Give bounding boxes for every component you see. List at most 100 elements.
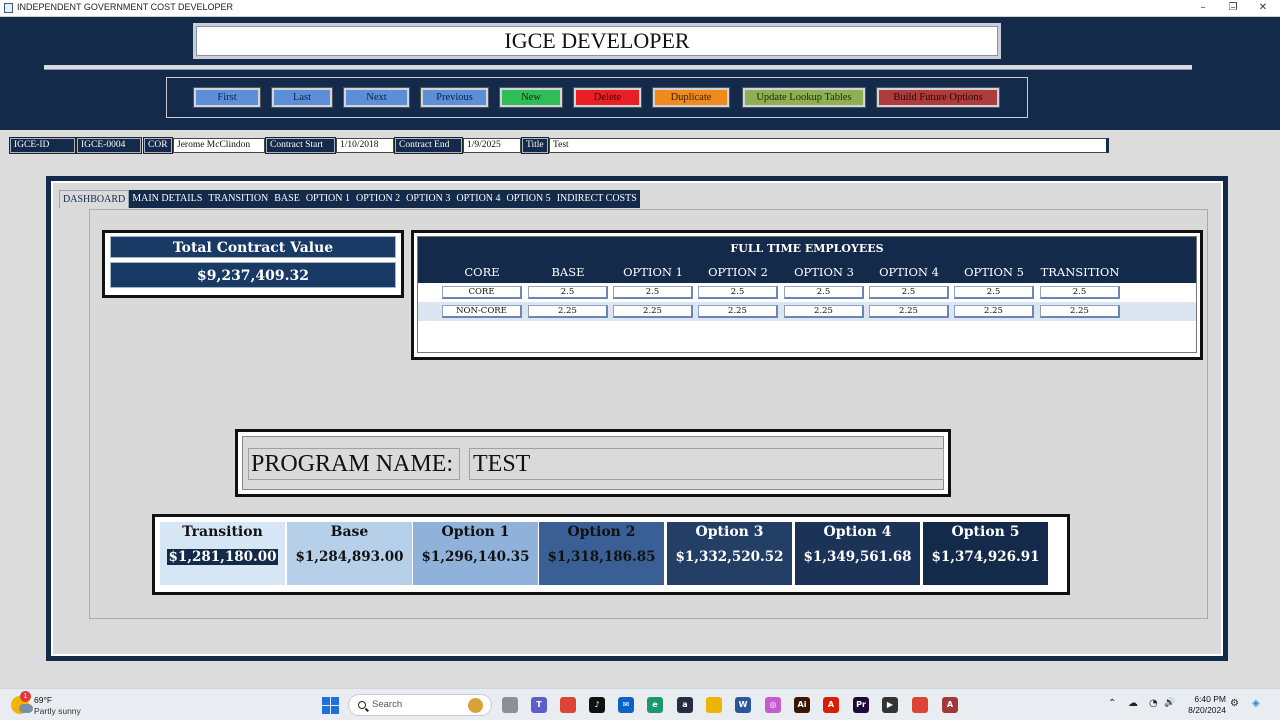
tab-option-2[interactable]: OPTION 2 bbox=[353, 190, 404, 208]
tab-transition[interactable]: TRANSITION bbox=[205, 190, 272, 208]
tab-main-details[interactable]: MAIN DETAILS bbox=[129, 190, 206, 208]
tab-indirect-costs[interactable]: INDIRECT COSTS bbox=[553, 190, 640, 208]
mail-icon[interactable]: ✉ bbox=[618, 697, 634, 713]
period-cost-value[interactable]: $1,318,186.85 bbox=[539, 544, 664, 585]
period-cost-value[interactable]: $1,284,893.00 bbox=[287, 544, 412, 585]
next-button[interactable]: Next bbox=[343, 87, 410, 108]
igce-id-value[interactable]: IGCE-0004 bbox=[76, 137, 142, 154]
fte-cell[interactable]: NON-CORE bbox=[442, 305, 522, 318]
period-cost-amount: $1,281,180.00 bbox=[167, 549, 278, 565]
tab-base[interactable]: BASE bbox=[271, 190, 303, 208]
taskbar-clock[interactable]: 6:40 PM 8/20/2024 bbox=[1186, 694, 1226, 716]
folder-icon[interactable] bbox=[706, 697, 722, 713]
tab-option-1[interactable]: OPTION 1 bbox=[302, 190, 353, 208]
duplicate-button[interactable]: Duplicate bbox=[652, 87, 730, 108]
period-cost-label: Transition bbox=[182, 524, 263, 540]
fte-cell[interactable]: 2.25 bbox=[528, 305, 608, 318]
chrome-icon[interactable] bbox=[560, 697, 576, 713]
fte-cell[interactable]: 2.5 bbox=[1040, 286, 1120, 299]
fte-cell[interactable]: CORE bbox=[442, 286, 522, 299]
fte-cell[interactable]: 2.5 bbox=[613, 286, 693, 299]
search-placeholder: Search bbox=[372, 699, 403, 710]
tray-overflow-icon[interactable]: ⌃ bbox=[1108, 698, 1116, 709]
period-cost-value[interactable]: $1,296,140.35 bbox=[413, 544, 538, 585]
fte-cell[interactable]: 2.5 bbox=[954, 286, 1034, 299]
period-cost-label: Option 5 bbox=[951, 524, 1020, 540]
close-window-button[interactable]: ✕ bbox=[1248, 0, 1278, 16]
new-button[interactable]: New bbox=[499, 87, 563, 108]
contract-end-field[interactable]: 1/9/2025 bbox=[463, 138, 521, 153]
program-name-label: PROGRAM NAME: bbox=[248, 448, 460, 480]
edge-icon[interactable]: e bbox=[647, 697, 663, 713]
chrome-profile-icon[interactable] bbox=[912, 697, 928, 713]
file-explorer-gray-icon[interactable] bbox=[502, 697, 518, 713]
period-cost-column: Base $1,284,893.00 bbox=[287, 522, 412, 585]
fte-cell[interactable]: 2.5 bbox=[784, 286, 864, 299]
period-cost-value[interactable]: $1,281,180.00 bbox=[160, 544, 285, 585]
period-cost-value[interactable]: $1,374,926.91 bbox=[923, 544, 1048, 585]
window-title-bar: INDEPENDENT GOVERNMENT COST DEVELOPER – bbox=[0, 0, 1280, 17]
weather-temperature[interactable]: 69°F bbox=[34, 695, 52, 705]
cor-field[interactable]: Jerome McClindon bbox=[173, 138, 265, 153]
first-button[interactable]: First bbox=[193, 87, 261, 108]
tiktok-icon[interactable]: ♪ bbox=[589, 697, 605, 713]
weather-icon[interactable]: 1 bbox=[11, 691, 33, 714]
taskbar-search[interactable]: Search bbox=[348, 694, 492, 716]
fte-col-header: OPTION 2 bbox=[708, 265, 768, 279]
restore-window-button[interactable]: ❐ bbox=[1218, 0, 1248, 16]
volume-icon[interactable]: 🔊 bbox=[1164, 698, 1175, 708]
program-name-field[interactable]: TEST bbox=[469, 448, 944, 480]
period-cost-column: Option 4 $1,349,561.68 bbox=[795, 522, 920, 585]
period-cost-label: Base bbox=[330, 524, 369, 540]
delete-button[interactable]: Delete bbox=[573, 87, 642, 108]
media-player-icon[interactable]: ▶ bbox=[882, 697, 898, 713]
weather-description[interactable]: Partly sunny bbox=[34, 706, 81, 716]
period-cost-column: Option 1 $1,296,140.35 bbox=[413, 522, 538, 585]
teams-icon[interactable]: T bbox=[531, 697, 547, 713]
tab-option-4[interactable]: OPTION 4 bbox=[453, 190, 504, 208]
fte-cell[interactable]: 2.25 bbox=[1040, 305, 1120, 318]
contract-start-field[interactable]: 1/10/2018 bbox=[336, 138, 394, 153]
acrobat-icon[interactable]: A bbox=[823, 697, 839, 713]
fte-cell[interactable]: 2.5 bbox=[698, 286, 778, 299]
tab-option-5[interactable]: OPTION 5 bbox=[503, 190, 554, 208]
paint-icon[interactable]: ◎ bbox=[765, 697, 781, 713]
build-future-options-button[interactable]: Build Future Options bbox=[876, 87, 1000, 108]
tab-option-3[interactable]: OPTION 3 bbox=[403, 190, 454, 208]
clock-time: 6:40 PM bbox=[1194, 694, 1226, 704]
period-cost-column: Option 3 $1,332,520.52 bbox=[667, 522, 792, 585]
fte-row-non-core: NON-CORE 2.25 2.25 2.25 2.25 2.25 2.25 2… bbox=[418, 302, 1196, 321]
premiere-icon[interactable]: Pr bbox=[853, 697, 869, 713]
period-cost-value[interactable]: $1,349,561.68 bbox=[795, 544, 920, 585]
amazon-icon[interactable]: a bbox=[677, 697, 693, 713]
fte-cell[interactable]: 2.25 bbox=[613, 305, 693, 318]
notification-settings-icon[interactable]: ⚙ bbox=[1230, 698, 1239, 709]
fte-cell[interactable]: 2.5 bbox=[528, 286, 608, 299]
period-cost-amount: $1,284,893.00 bbox=[295, 549, 404, 565]
fte-cell[interactable]: 2.25 bbox=[869, 305, 949, 318]
update-lookup-tables-button[interactable]: Update Lookup Tables bbox=[742, 87, 866, 108]
windows-start-icon[interactable] bbox=[322, 697, 339, 714]
onedrive-icon[interactable]: ☁ bbox=[1128, 698, 1138, 709]
tab-dashboard[interactable]: DASHBOARD bbox=[59, 190, 130, 208]
illustrator-icon[interactable]: Ai bbox=[794, 697, 810, 713]
minimize-window-button[interactable]: – bbox=[1188, 0, 1218, 16]
wifi-icon[interactable]: ◔ bbox=[1149, 698, 1158, 709]
program-name-inner: PROGRAM NAME: TEST bbox=[242, 436, 944, 490]
fte-cell[interactable]: 2.5 bbox=[869, 286, 949, 299]
copilot-icon[interactable]: ◈ bbox=[1252, 698, 1260, 709]
fte-col-header: OPTION 5 bbox=[964, 265, 1024, 279]
clock-date: 8/20/2024 bbox=[1188, 705, 1226, 715]
header-divider bbox=[44, 65, 1192, 70]
fte-cell[interactable]: 2.25 bbox=[954, 305, 1034, 318]
fte-cell[interactable]: 2.25 bbox=[698, 305, 778, 318]
fte-cell[interactable]: 2.25 bbox=[784, 305, 864, 318]
word-icon[interactable]: W bbox=[735, 697, 751, 713]
fte-col-header: BASE bbox=[551, 265, 585, 279]
last-button[interactable]: Last bbox=[271, 87, 333, 108]
access-icon[interactable]: A bbox=[942, 697, 958, 713]
fte-col-header: OPTION 3 bbox=[794, 265, 854, 279]
period-cost-value[interactable]: $1,332,520.52 bbox=[667, 544, 792, 585]
title-field[interactable]: Test bbox=[549, 138, 1109, 153]
previous-button[interactable]: Previous bbox=[420, 87, 489, 108]
